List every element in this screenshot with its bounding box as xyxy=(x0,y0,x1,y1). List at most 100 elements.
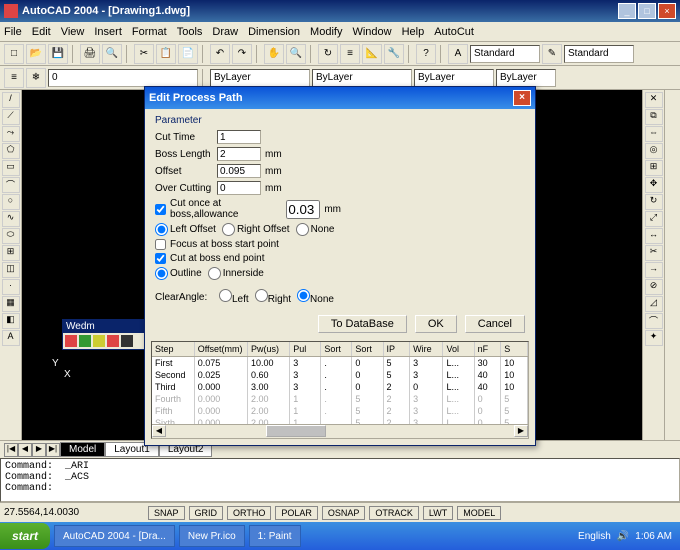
print-button[interactable]: 🖨 xyxy=(80,44,100,64)
hatch-tool[interactable]: ▦ xyxy=(2,296,20,312)
rotate-tool[interactable]: ↻ xyxy=(645,194,663,210)
tray-volume-icon[interactable]: 🔊 xyxy=(617,531,629,542)
scroll-thumb[interactable] xyxy=(266,425,326,437)
stretch-tool[interactable]: ↔ xyxy=(645,228,663,244)
cutonce-input[interactable] xyxy=(286,200,320,219)
save-button[interactable]: 💾 xyxy=(48,44,68,64)
canvas-vscrollbar[interactable] xyxy=(664,90,680,440)
snap-toggle[interactable]: SNAP xyxy=(148,506,185,520)
tool-button[interactable]: 🔧 xyxy=(384,44,404,64)
tab-nav-next[interactable]: ▶ xyxy=(32,443,46,457)
polygon-tool[interactable]: ⬠ xyxy=(2,143,20,159)
innerside-radio[interactable] xyxy=(208,267,221,280)
offset-tool[interactable]: ◎ xyxy=(645,143,663,159)
overcutting-input[interactable] xyxy=(217,181,261,195)
layer-mgr-button[interactable]: ≡ xyxy=(4,68,24,88)
table-row[interactable]: First0.07510.003.053L...3010 xyxy=(152,356,528,369)
break-tool[interactable]: ⊘ xyxy=(645,279,663,295)
lineweight-dropdown[interactable] xyxy=(414,69,494,87)
insert-tool[interactable]: ⊞ xyxy=(2,245,20,261)
paste-button[interactable]: 📄 xyxy=(178,44,198,64)
point-tool[interactable]: · xyxy=(2,279,20,295)
table-row[interactable]: Second0.0250.603.053L...4010 xyxy=(152,369,528,381)
menu-dimension[interactable]: Dimension xyxy=(248,26,300,38)
osnap-toggle[interactable]: OSNAP xyxy=(322,506,366,520)
offset-input[interactable] xyxy=(217,164,261,178)
wedm-btn-5[interactable] xyxy=(121,335,133,347)
table-row[interactable]: Fifth0.0002.001.523L...05 xyxy=(152,405,528,417)
new-button[interactable]: □ xyxy=(4,44,24,64)
taskbar-app-paint[interactable]: 1: Paint xyxy=(249,525,301,547)
region-tool[interactable]: ◧ xyxy=(2,313,20,329)
spline-tool[interactable]: ∿ xyxy=(2,211,20,227)
table-header[interactable]: Pul xyxy=(290,342,321,356)
circle-tool[interactable]: ○ xyxy=(2,194,20,210)
cancel-button[interactable]: Cancel xyxy=(465,315,525,333)
rect-tool[interactable]: ▭ xyxy=(2,160,20,176)
cut-button[interactable]: ✂ xyxy=(134,44,154,64)
scroll-right-button[interactable]: ▶ xyxy=(514,425,528,437)
table-header[interactable]: Pw(us) xyxy=(248,342,290,356)
menu-help[interactable]: Help xyxy=(402,26,425,38)
wedm-btn-3[interactable] xyxy=(93,335,105,347)
tab-model[interactable]: Model xyxy=(60,442,105,457)
right-offset-radio[interactable] xyxy=(222,223,235,236)
move-tool[interactable]: ✥ xyxy=(645,177,663,193)
taskbar-app-newpr[interactable]: New Pr.ico xyxy=(179,525,245,547)
chamfer-tool[interactable]: ◿ xyxy=(645,296,663,312)
otrack-toggle[interactable]: OTRACK xyxy=(369,506,419,520)
undo-button[interactable]: ↶ xyxy=(210,44,230,64)
menu-view[interactable]: View xyxy=(61,26,85,38)
table-header[interactable]: Sort xyxy=(321,342,352,356)
grid-toggle[interactable]: GRID xyxy=(189,506,224,520)
layer-freeze-icon[interactable]: ❄ xyxy=(26,68,46,88)
dc-button[interactable]: 📐 xyxy=(362,44,382,64)
plotstyle-dropdown[interactable] xyxy=(496,69,556,87)
wedm-btn-4[interactable] xyxy=(107,335,119,347)
tab-nav-first[interactable]: |◀ xyxy=(4,443,18,457)
fillet-tool[interactable]: ⌒ xyxy=(645,313,663,329)
menu-autocut[interactable]: AutoCut xyxy=(434,26,474,38)
wedm-btn-2[interactable] xyxy=(79,335,91,347)
table-row[interactable]: Fourth0.0002.001.523L...05 xyxy=(152,393,528,405)
table-header[interactable]: Step xyxy=(152,342,194,356)
table-header[interactable]: Offset(mm) xyxy=(194,342,247,356)
open-button[interactable]: 📂 xyxy=(26,44,46,64)
text-tool[interactable]: A xyxy=(2,330,20,346)
ortho-toggle[interactable]: ORTHO xyxy=(227,506,271,520)
table-header[interactable]: Wire xyxy=(410,342,443,356)
scroll-left-button[interactable]: ◀ xyxy=(152,425,166,437)
line-tool[interactable]: / xyxy=(2,92,20,108)
arc-tool[interactable]: ⌒ xyxy=(2,177,20,193)
table-header[interactable]: S xyxy=(501,342,528,356)
dimstyle-icon[interactable]: A xyxy=(448,44,468,64)
xline-tool[interactable]: ⟋ xyxy=(2,109,20,125)
table-header[interactable]: Vol xyxy=(443,342,474,356)
table-row[interactable]: Third0.0003.003.020L...4010 xyxy=(152,381,528,393)
scale-tool[interactable]: ⤢ xyxy=(645,211,663,227)
wedm-toolbar[interactable]: Wedm× xyxy=(62,319,157,350)
ok-button[interactable]: OK xyxy=(415,315,457,333)
model-toggle[interactable]: MODEL xyxy=(457,506,501,520)
preview-button[interactable]: 🔍 xyxy=(102,44,122,64)
clearangle-left-radio[interactable] xyxy=(219,289,232,302)
extend-tool[interactable]: → xyxy=(645,262,663,278)
menu-tools[interactable]: Tools xyxy=(177,26,203,38)
layer-dropdown[interactable] xyxy=(48,69,198,87)
clearangle-none-radio[interactable] xyxy=(297,289,310,302)
clearangle-right-radio[interactable] xyxy=(255,289,268,302)
menu-insert[interactable]: Insert xyxy=(94,26,122,38)
props-button[interactable]: ≡ xyxy=(340,44,360,64)
to-database-button[interactable]: To DataBase xyxy=(318,315,407,333)
refresh-button[interactable]: ↻ xyxy=(318,44,338,64)
left-offset-radio[interactable] xyxy=(155,223,168,236)
zoom-button[interactable]: 🔍 xyxy=(286,44,306,64)
menu-file[interactable]: File xyxy=(4,26,22,38)
polar-toggle[interactable]: POLAR xyxy=(275,506,318,520)
textstyle-dropdown[interactable] xyxy=(564,45,634,63)
command-window[interactable]: Command: _ARI Command: _ACS Command: xyxy=(0,458,680,502)
taskbar-app-autocad[interactable]: AutoCAD 2004 - [Dra... xyxy=(54,525,175,547)
copy-tool[interactable]: ⧉ xyxy=(645,109,663,125)
dimstyle-dropdown[interactable] xyxy=(470,45,540,63)
none-offset-radio[interactable] xyxy=(296,223,309,236)
